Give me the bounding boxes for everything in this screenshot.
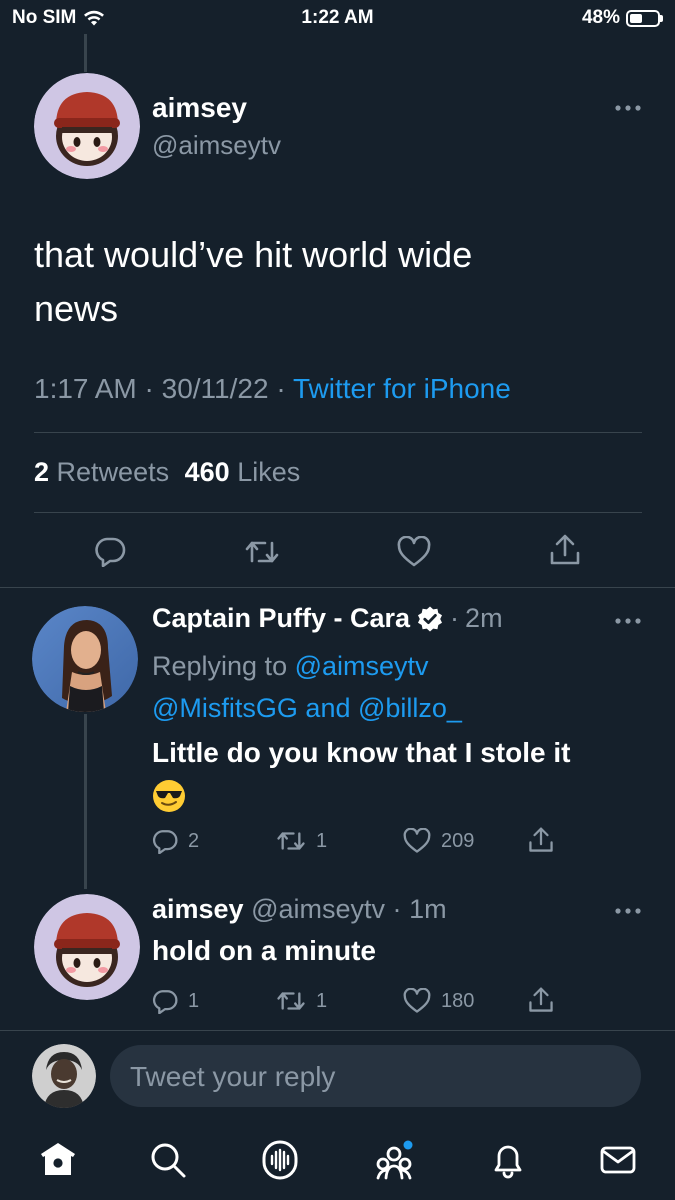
reply2-like-action[interactable]: 180 — [403, 988, 474, 1014]
reply1-age: 2m — [465, 603, 503, 633]
avatar-current-user[interactable] — [32, 1044, 96, 1108]
meta-separator: · — [276, 373, 286, 404]
spaces-icon[interactable] — [260, 1140, 300, 1180]
mention-billzo[interactable]: @billzo_ — [358, 693, 462, 723]
likes-count: 460 — [184, 457, 230, 487]
reply2-retweet-action[interactable]: 1 — [276, 988, 327, 1014]
reply-icon — [152, 830, 178, 854]
main-tweet-text: that would’ve hit world wide news — [34, 228, 472, 336]
notifications-icon[interactable] — [488, 1140, 528, 1180]
retweets-stat[interactable]: 2 Retweets — [34, 457, 177, 487]
retweet-icon[interactable] — [244, 537, 280, 567]
reply-count: 1 — [188, 989, 200, 1012]
reply2-header: aimsey @aimseytv · 1m — [152, 894, 447, 925]
avatar-captain-puffy[interactable] — [32, 606, 138, 712]
battery-percent: 48% — [581, 7, 620, 28]
reply2-age: 1m — [409, 894, 447, 924]
thread-line-top — [84, 34, 87, 72]
reply-placeholder: Tweet your reply — [130, 1061, 336, 1092]
reply1-like-action[interactable]: 209 — [403, 828, 474, 854]
main-tweet-text-line2: news — [34, 288, 119, 329]
more-options-icon[interactable] — [614, 617, 642, 625]
meta-separator: · — [392, 894, 402, 924]
reply-icon — [152, 990, 178, 1014]
reply2-reply-action[interactable]: 1 — [152, 988, 199, 1014]
like-icon — [403, 828, 431, 853]
home-icon[interactable] — [38, 1140, 78, 1180]
reply1-display-name[interactable]: Captain Puffy - Cara — [152, 603, 410, 634]
messages-icon[interactable] — [598, 1140, 638, 1180]
engagement-stats: 2 Retweets 460 Likes — [34, 457, 300, 488]
retweet-count: 1 — [316, 989, 328, 1012]
divider — [34, 432, 642, 433]
main-handle[interactable]: @aimseytv — [152, 130, 281, 161]
reply1-text: Little do you know that I stole it — [152, 737, 571, 768]
likes-label: Likes — [237, 457, 301, 487]
reply1-header: Captain Puffy - Cara · 2m — [152, 603, 503, 634]
reply-composer-input[interactable]: Tweet your reply — [110, 1045, 641, 1107]
reply-count: 2 — [188, 829, 200, 852]
meta-separator: · — [450, 603, 460, 633]
more-options-icon[interactable] — [614, 104, 642, 112]
like-count: 180 — [441, 989, 475, 1012]
avatar-aimsey-reply[interactable] — [34, 894, 140, 1000]
reply2-text: hold on a minute — [152, 935, 376, 966]
search-icon[interactable] — [148, 1140, 188, 1180]
replying-to: Replying to @aimseytv @MisfitsGG and @bi… — [152, 645, 462, 729]
replying-to-label: Replying to — [152, 651, 288, 681]
tweet-time[interactable]: 1:17 AM — [34, 373, 137, 404]
reply1-reply-action[interactable]: 2 — [152, 828, 199, 854]
like-icon — [403, 988, 431, 1013]
retweet-icon — [277, 832, 305, 850]
divider — [0, 1030, 675, 1031]
avatar-aimsey-main[interactable] — [34, 73, 140, 179]
like-count: 209 — [441, 829, 475, 852]
tweet-thread-screen: No SIM 1:22 AM 48% aimsey @aimseytv that… — [0, 0, 675, 1200]
reply-icon[interactable] — [94, 535, 126, 567]
verified-badge-icon — [418, 606, 443, 631]
battery: 48% — [582, 7, 663, 29]
mention-misfitsgg[interactable]: @MisfitsGG — [152, 693, 298, 723]
reply1-retweet-action[interactable]: 1 — [276, 828, 327, 854]
meta-separator: · — [144, 373, 154, 404]
and-label: and — [305, 693, 351, 723]
mention-aimseytv[interactable]: @aimseytv — [295, 651, 429, 681]
retweet-count: 1 — [316, 829, 328, 852]
likes-stat[interactable]: 460 Likes — [185, 457, 301, 487]
divider — [0, 587, 675, 588]
communities-icon[interactable] — [372, 1140, 416, 1184]
divider — [34, 512, 642, 513]
tweet-client-link[interactable]: Twitter for iPhone — [293, 373, 511, 404]
more-options-icon[interactable] — [614, 907, 642, 915]
retweets-label: Retweets — [56, 457, 170, 487]
tweet-date[interactable]: 30/11/22 — [162, 373, 269, 404]
clock: 1:22 AM — [301, 7, 374, 28]
sunglasses-emoji — [152, 779, 186, 818]
like-icon[interactable] — [397, 536, 431, 568]
share-icon[interactable] — [528, 826, 554, 854]
thread-line-reply — [84, 714, 87, 889]
main-display-name[interactable]: aimsey — [152, 92, 247, 124]
reply2-handle[interactable]: @aimseytv — [251, 894, 385, 924]
share-icon[interactable] — [549, 533, 581, 567]
status-bar: No SIM 1:22 AM 48% — [0, 0, 675, 36]
retweet-icon — [277, 992, 305, 1010]
main-tweet-meta: 1:17 AM · 30/11/22 · Twitter for iPhone — [34, 373, 511, 405]
main-tweet-text-line1: that would’ve hit world wide — [34, 234, 473, 275]
share-icon[interactable] — [528, 986, 554, 1014]
retweets-count: 2 — [34, 457, 50, 487]
battery-icon — [626, 9, 660, 27]
reply2-display-name[interactable]: aimsey — [152, 894, 244, 924]
